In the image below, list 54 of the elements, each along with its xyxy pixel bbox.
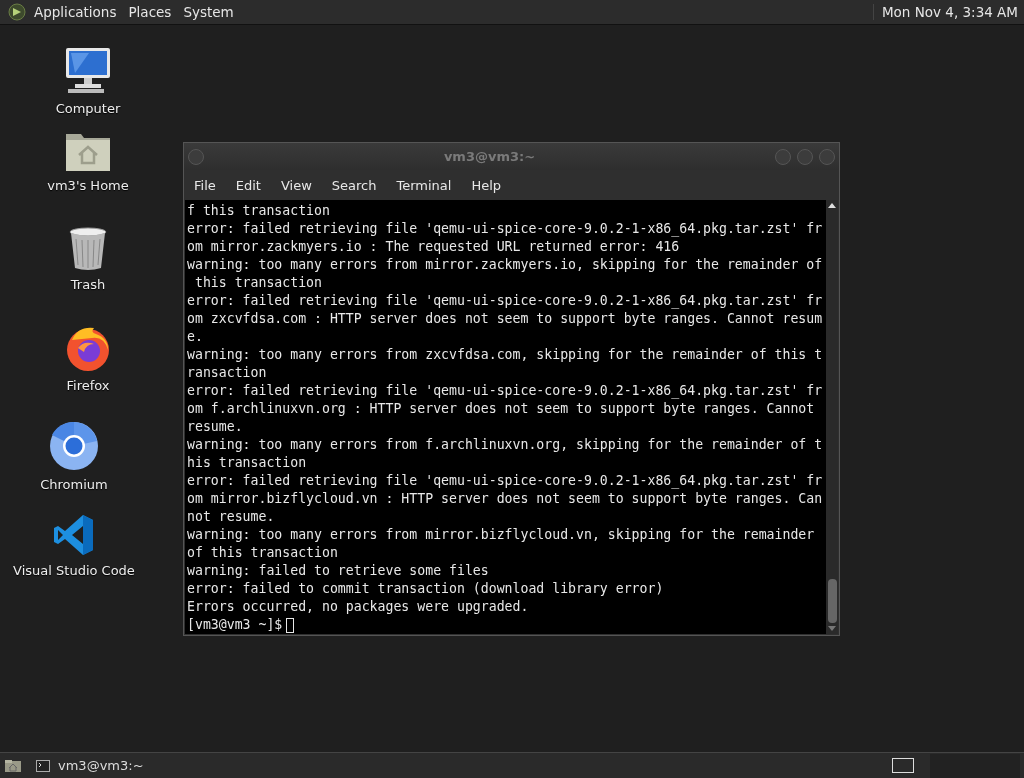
terminal-line: e. bbox=[187, 328, 204, 346]
terminal-line: f this transaction bbox=[187, 202, 331, 220]
distro-logo-icon[interactable] bbox=[8, 3, 26, 21]
terminal-line: warning: too many errors from mirror.bizflycloud.vn, skipping for the remainder bbox=[187, 526, 816, 544]
terminal-line: om f.archlinuxvn.org : HTTP server does not seem to support byte ranges. Cannot bbox=[187, 400, 816, 418]
icon-label[interactable]: Trash bbox=[70, 277, 106, 292]
panel-menu[interactable]: System bbox=[183, 4, 234, 20]
terminal-line: warning: too many errors from zxcvfdsa.com, skipping for the remainder of this t bbox=[187, 346, 824, 364]
scrollbar[interactable] bbox=[826, 200, 838, 634]
shell-prompt: [vm3@vm3 ~]$ bbox=[187, 616, 283, 634]
scroll-down-arrow-icon[interactable] bbox=[828, 626, 836, 631]
terminal-line: error: failed retrieving file 'qemu-ui-spice-core-9.0.2-1-x86_64.pkg.tar.zst' fr bbox=[187, 292, 824, 310]
panel-menu[interactable]: Applications bbox=[34, 4, 117, 20]
menu-item[interactable]: Help bbox=[463, 173, 510, 197]
scroll-up-arrow-icon[interactable] bbox=[828, 203, 836, 208]
window-title: vm3@vm3:~ bbox=[442, 149, 537, 164]
terminal-line: ransaction bbox=[187, 364, 268, 382]
terminal-line: this transaction bbox=[193, 274, 323, 292]
menu-item[interactable]: Search bbox=[323, 173, 385, 197]
scrollbar-thumb[interactable] bbox=[827, 579, 837, 623]
code-editor-icon[interactable] bbox=[52, 513, 96, 557]
terminal-icon bbox=[36, 759, 50, 772]
icon-label[interactable]: Visual Studio Code bbox=[13, 563, 135, 578]
menu-item[interactable]: Terminal bbox=[388, 173, 460, 197]
terminal-line: om zxcvfdsa.com : HTTP server does not seem to support byte ranges. Cannot resum bbox=[187, 310, 824, 328]
terminal-line: warning: failed to retrieve some files bbox=[187, 562, 490, 580]
terminal-line: of this transaction bbox=[187, 544, 339, 562]
icon-label[interactable]: Firefox bbox=[66, 378, 110, 393]
terminal-line: Errors occurred, no packages were upgraded. bbox=[187, 598, 530, 616]
text-cursor bbox=[286, 617, 295, 633]
terminal-line: error: failed retrieving file 'qemu-ui-spice-core-9.0.2-1-x86_64.pkg.tar.zst' fr bbox=[187, 472, 824, 490]
menu-item[interactable]: Edit bbox=[227, 173, 269, 197]
terminal-line: not resume. bbox=[187, 508, 276, 526]
icon-label[interactable]: Computer bbox=[55, 101, 121, 116]
menu-item[interactable]: View bbox=[272, 173, 320, 197]
terminal-line: warning: too many errors from f.archlinuxvn.org, skipping for the remainder of t bbox=[187, 436, 824, 454]
terminal-line: his transaction bbox=[187, 454, 308, 472]
panel-menu[interactable]: Places bbox=[128, 4, 172, 20]
clock[interactable]: Mon Nov 4, 3:34 AM bbox=[872, 4, 1018, 20]
menu-item[interactable]: File bbox=[186, 173, 224, 197]
chromium-icon[interactable] bbox=[49, 421, 99, 471]
terminal-line: om mirror.bizflycloud.vn : HTTP server does not seem to support byte ranges. Can bbox=[187, 490, 824, 508]
terminal-line: error: failed to commit transaction (download library error) bbox=[187, 580, 665, 598]
trash-icon[interactable] bbox=[68, 227, 108, 271]
taskbar-button[interactable]: vm3@vm3:~ bbox=[30, 756, 150, 775]
computer-icon[interactable] bbox=[63, 45, 113, 95]
terminal-line: om mirror.zackmyers.io : The requested URL returned error: 416 bbox=[187, 238, 681, 256]
icon-label[interactable]: Chromium bbox=[40, 477, 108, 492]
show-desktop-icon[interactable] bbox=[4, 758, 22, 773]
terminal-line: warning: too many errors from mirror.zackmyers.io, skipping for the remainder of bbox=[187, 256, 824, 274]
icon-label[interactable]: vm3's Home bbox=[47, 178, 129, 193]
terminal-line: error: failed retrieving file 'qemu-ui-spice-core-9.0.2-1-x86_64.pkg.tar.zst' fr bbox=[187, 220, 824, 238]
terminal-line: resume. bbox=[187, 418, 244, 436]
terminal-line: error: failed retrieving file 'qemu-ui-spice-core-9.0.2-1-x86_64.pkg.tar.zst' fr bbox=[187, 382, 824, 400]
